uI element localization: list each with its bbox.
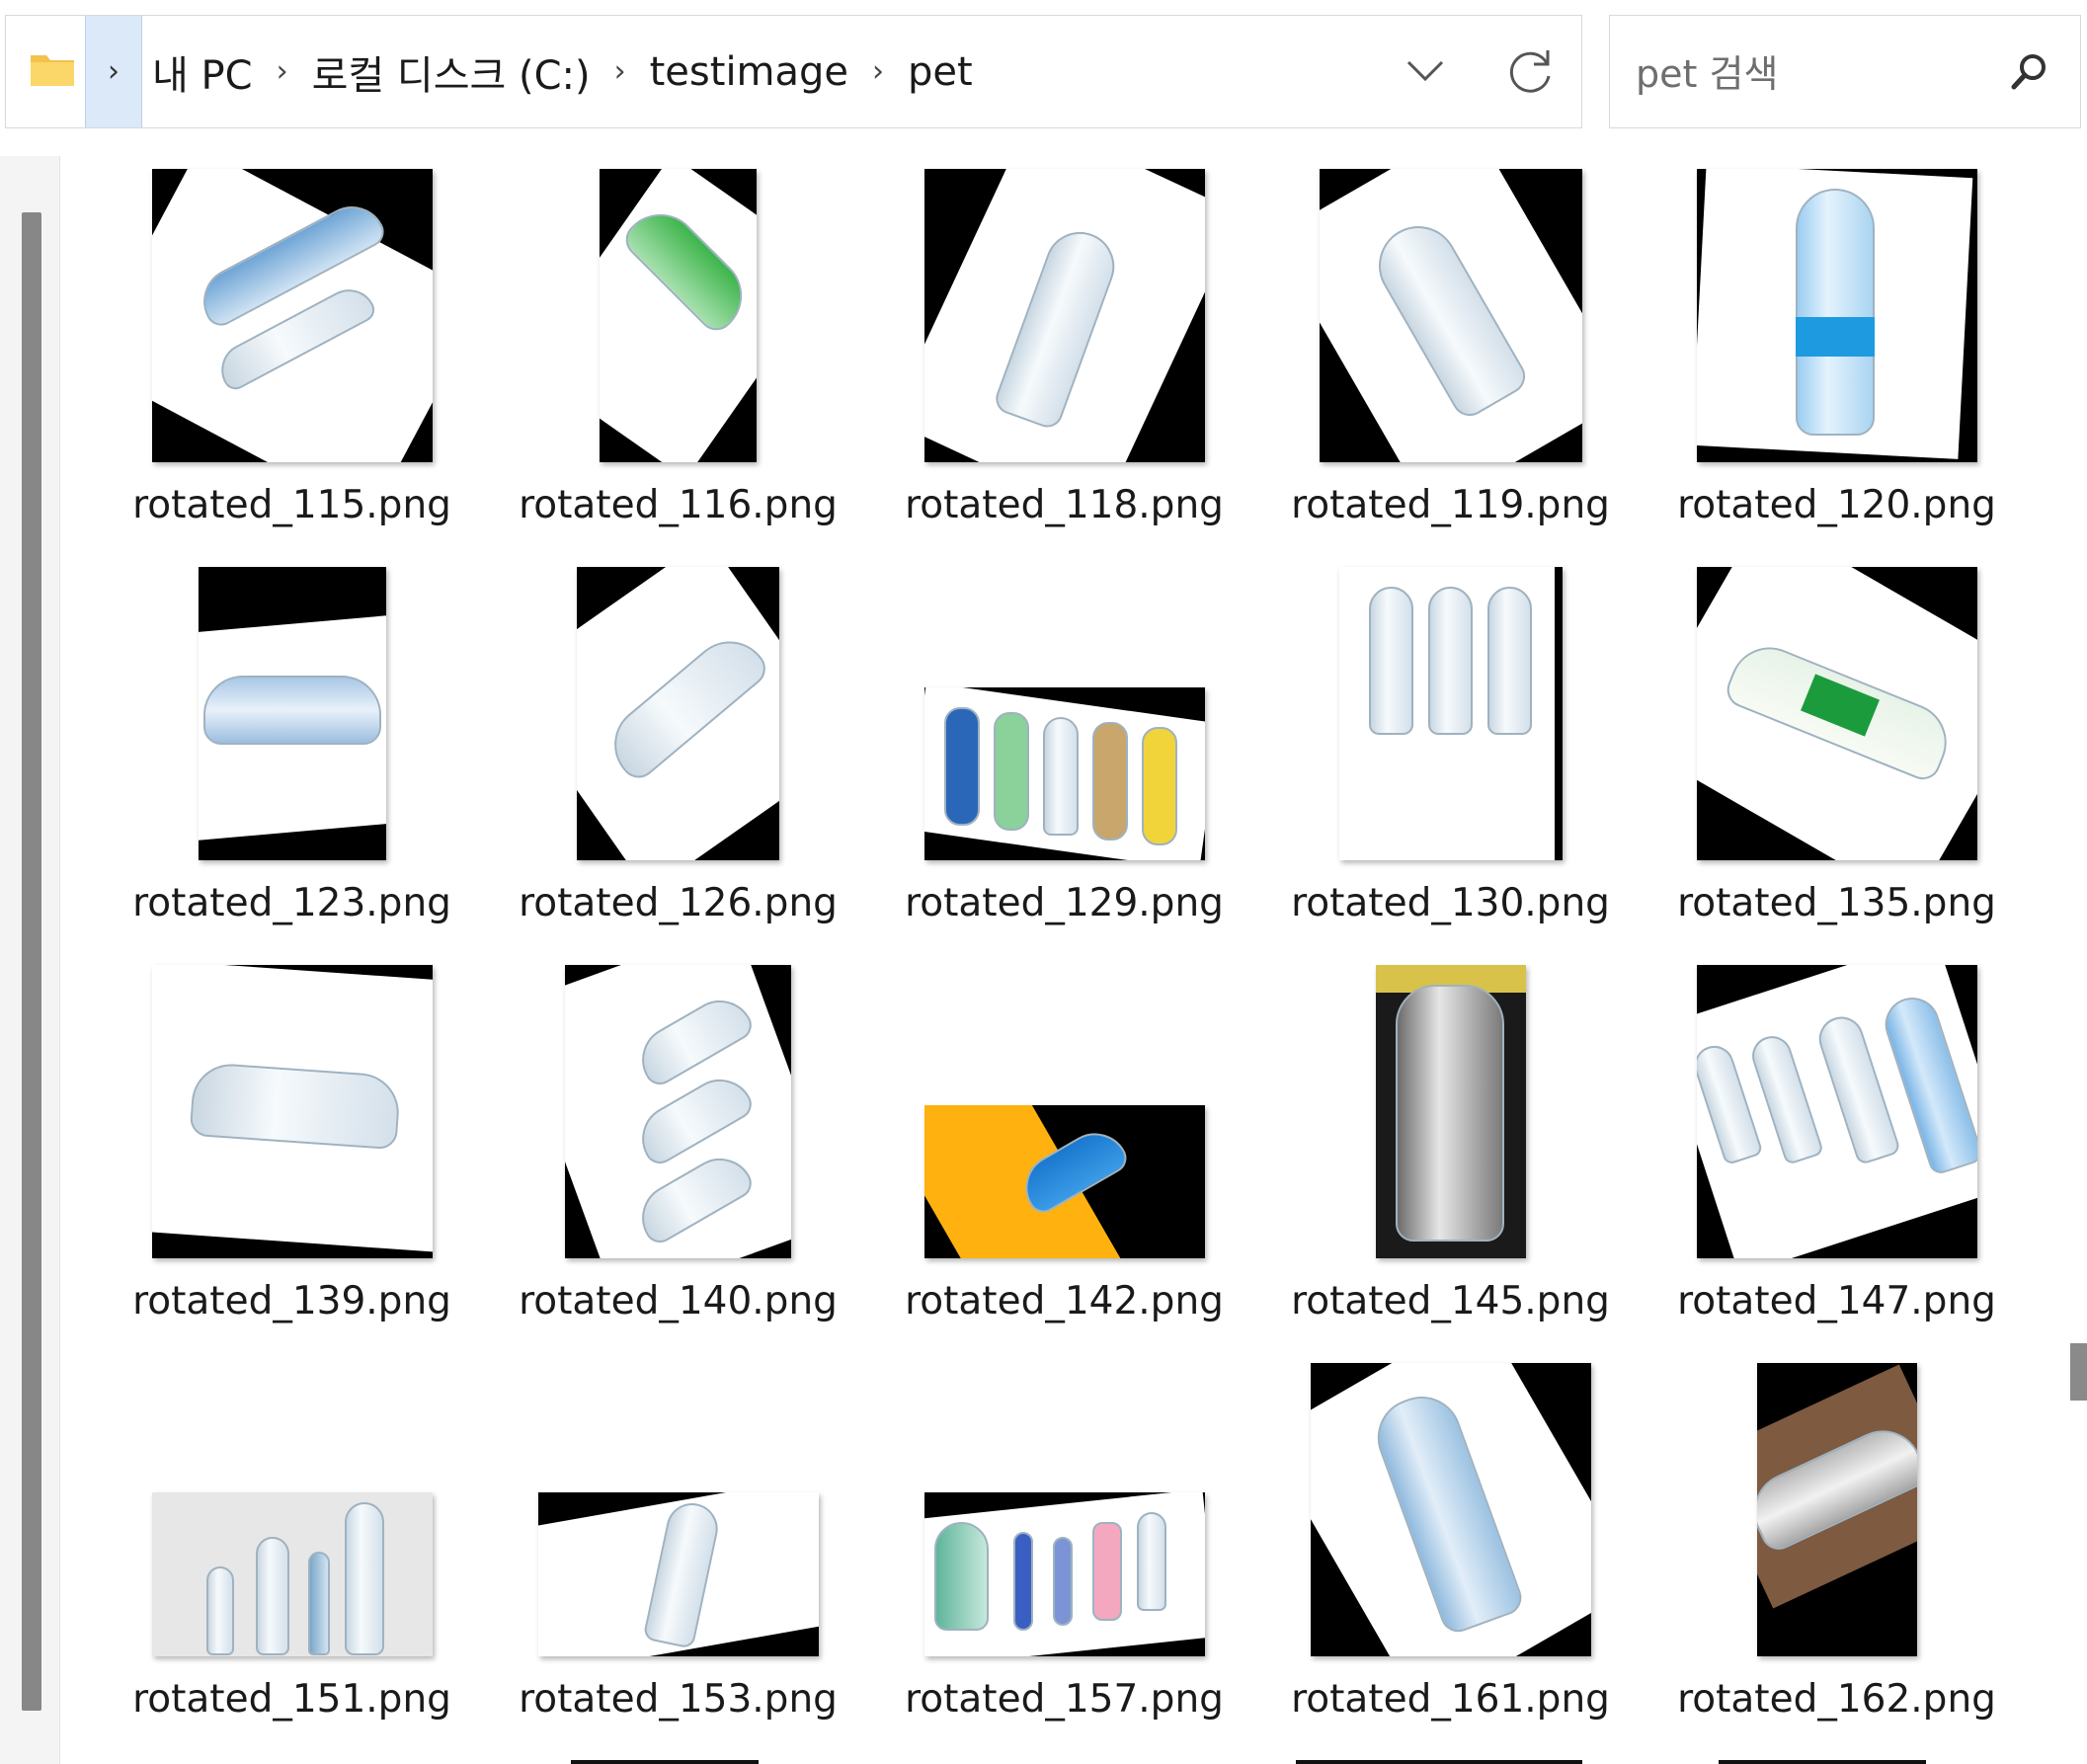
breadcrumb-separator[interactable]: › [872, 54, 884, 89]
file-item[interactable]: rotated_120.png [1644, 161, 2030, 559]
thumbnail [923, 687, 1205, 860]
breadcrumb-this-pc[interactable]: 내 PC [152, 43, 253, 101]
file-name: rotated_119.png [1291, 483, 1610, 527]
thumbnail [151, 1492, 433, 1656]
file-name: rotated_147.png [1677, 1279, 1996, 1323]
file-item[interactable]: rotated_161.png [1257, 1355, 1644, 1753]
thumbnail [577, 567, 779, 860]
left-scrollbar[interactable] [22, 212, 41, 1711]
file-item[interactable]: rotated_153.png [485, 1355, 871, 1753]
thumbnail [565, 965, 791, 1258]
file-item[interactable]: rotated_145.png [1257, 957, 1644, 1355]
thumbnail [537, 1492, 819, 1656]
file-item[interactable]: rotated_135.png [1644, 559, 2030, 957]
file-name: rotated_116.png [519, 483, 838, 527]
thumbnail [923, 169, 1205, 462]
thumbnail [1310, 1363, 1591, 1656]
file-item[interactable]: rotated_129.png [871, 559, 1257, 957]
thumbnail [1756, 1363, 1917, 1656]
file-item[interactable]: rotated_139.png [99, 957, 485, 1355]
file-name: rotated_162.png [1677, 1677, 1996, 1722]
folder-icon [30, 51, 75, 91]
right-scrollbar-thumb[interactable] [2070, 1343, 2087, 1401]
expand-path-button[interactable]: › [85, 16, 142, 127]
chevron-down-icon[interactable] [1401, 50, 1450, 94]
breadcrumb-separator[interactable]: › [614, 54, 626, 89]
file-item[interactable]: rotated_118.png [871, 161, 1257, 559]
chevron-right-icon: › [108, 54, 120, 89]
address-bar[interactable]: › 내 PC › 로컬 디스크 (C:) › testimage › pet [5, 15, 1582, 128]
file-name: rotated_130.png [1291, 881, 1610, 925]
file-name: rotated_139.png [132, 1279, 451, 1323]
file-item[interactable]: rotated_126.png [485, 559, 871, 957]
file-grid: rotated_115.png rotated_116.png rotated_… [99, 161, 2030, 1753]
thumbnail [1375, 965, 1526, 1258]
search-box[interactable] [1609, 15, 2081, 128]
next-row-thumbnail-edge [1296, 1760, 1582, 1764]
refresh-icon[interactable] [1502, 43, 1560, 101]
file-item[interactable]: rotated_142.png [871, 957, 1257, 1355]
file-item[interactable]: rotated_130.png [1257, 559, 1644, 957]
search-icon[interactable] [2005, 47, 2054, 101]
file-name: rotated_151.png [132, 1677, 451, 1722]
next-row-thumbnail-edge [571, 1760, 759, 1764]
search-input[interactable] [1634, 45, 2003, 103]
thumbnail [151, 169, 433, 462]
breadcrumb-testimage[interactable]: testimage [650, 49, 848, 95]
file-name: rotated_153.png [519, 1677, 838, 1722]
file-name: rotated_157.png [905, 1677, 1224, 1722]
file-name: rotated_140.png [519, 1279, 838, 1323]
thumbnail [1696, 965, 1977, 1258]
file-item[interactable]: rotated_162.png [1644, 1355, 2030, 1753]
file-item[interactable]: rotated_115.png [99, 161, 485, 559]
thumbnail [1338, 567, 1563, 860]
breadcrumb-pet[interactable]: pet [908, 49, 973, 95]
breadcrumb-separator[interactable]: › [277, 54, 288, 89]
file-item[interactable]: rotated_116.png [485, 161, 871, 559]
thumbnail [198, 567, 386, 860]
thumbnail [1696, 567, 1977, 860]
file-name: rotated_129.png [905, 881, 1224, 925]
file-item[interactable]: rotated_140.png [485, 957, 871, 1355]
file-item[interactable]: rotated_157.png [871, 1355, 1257, 1753]
file-name: rotated_161.png [1291, 1677, 1610, 1722]
thumbnail [151, 965, 433, 1258]
file-item[interactable]: rotated_119.png [1257, 161, 1644, 559]
file-name: rotated_118.png [905, 483, 1224, 527]
file-name: rotated_115.png [132, 483, 451, 527]
thumbnail [923, 1105, 1205, 1258]
breadcrumb-local-disk[interactable]: 로컬 디스크 (C:) [312, 43, 591, 101]
breadcrumb: 내 PC › 로컬 디스크 (C:) › testimage › pet [152, 16, 973, 127]
thumbnail [1696, 169, 1977, 462]
file-name: rotated_120.png [1677, 483, 1996, 527]
next-row-thumbnail-edge [1719, 1760, 1926, 1764]
file-name: rotated_142.png [905, 1279, 1224, 1323]
file-item[interactable]: rotated_151.png [99, 1355, 485, 1753]
file-item[interactable]: rotated_147.png [1644, 957, 2030, 1355]
thumbnail [923, 1492, 1205, 1656]
thumbnail [1319, 169, 1582, 462]
file-name: rotated_135.png [1677, 881, 1996, 925]
file-name: rotated_126.png [519, 881, 838, 925]
thumbnail [600, 169, 757, 462]
file-name: rotated_145.png [1291, 1279, 1610, 1323]
file-name: rotated_123.png [132, 881, 451, 925]
file-item[interactable]: rotated_123.png [99, 559, 485, 957]
